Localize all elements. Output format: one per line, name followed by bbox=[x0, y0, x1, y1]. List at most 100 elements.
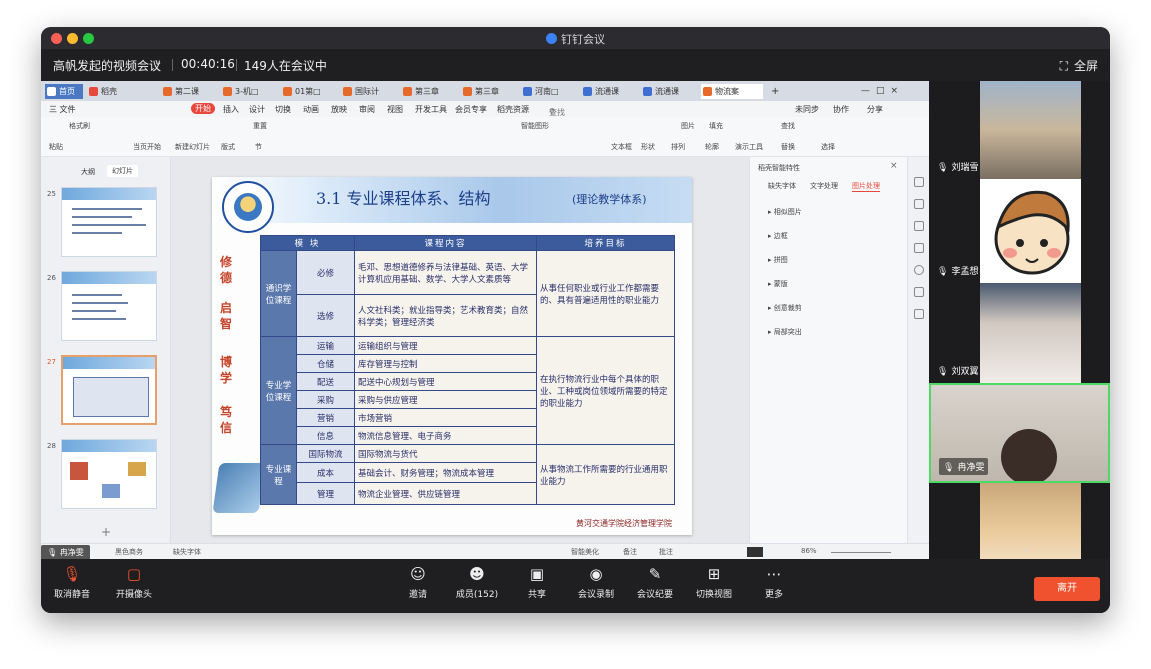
tool-icon[interactable] bbox=[914, 309, 924, 319]
wps-tab[interactable]: 第三章 bbox=[461, 84, 519, 99]
tab-missing-fonts[interactable]: 缺失字体 bbox=[768, 181, 796, 191]
wps-tab-active[interactable]: 物流案 bbox=[701, 84, 763, 99]
record-button[interactable]: ◉ 会议录制 bbox=[567, 565, 625, 600]
paste-button[interactable]: 粘贴 bbox=[49, 142, 63, 152]
arrange-button[interactable]: 排列 bbox=[671, 142, 685, 152]
comment-button[interactable]: 批注 bbox=[659, 547, 673, 557]
menu-developer[interactable]: 开发工具 bbox=[415, 104, 447, 115]
new-tab-button[interactable]: + bbox=[771, 84, 779, 99]
members-button[interactable]: ☻ 成员(152) bbox=[448, 565, 506, 600]
menu-design[interactable]: 设计 bbox=[249, 104, 265, 115]
presentation-tools-button[interactable]: 演示工具 bbox=[735, 142, 763, 152]
slides-tab[interactable]: 幻灯片 bbox=[107, 165, 138, 177]
chevron-down-icon[interactable]: ⌄ bbox=[1015, 543, 1037, 555]
participant-avatar bbox=[980, 179, 1081, 283]
feature-item[interactable]: ▸ 蒙版 bbox=[768, 279, 788, 289]
close-icon[interactable]: × bbox=[890, 161, 898, 171]
wps-tab[interactable]: 3-机□ bbox=[221, 84, 279, 99]
minutes-button[interactable]: ✎ 会议纪要 bbox=[626, 565, 684, 600]
slide-thumbnail[interactable] bbox=[61, 439, 157, 509]
more-button[interactable]: ⋯ 更多 bbox=[745, 565, 803, 600]
feature-item[interactable]: ▸ 局部突出 bbox=[768, 327, 802, 337]
tool-icon[interactable] bbox=[914, 221, 924, 231]
menu-home[interactable]: 开始 bbox=[191, 103, 215, 114]
wps-tab[interactable]: 首页 bbox=[45, 84, 83, 99]
wps-tab[interactable]: 稻壳 bbox=[87, 84, 137, 99]
tool-icon[interactable] bbox=[914, 199, 924, 209]
menu-animation[interactable]: 动画 bbox=[303, 104, 319, 115]
participant-tile[interactable]: 🎙 刘双翼 bbox=[929, 283, 1110, 383]
leave-button[interactable]: 离开 bbox=[1034, 577, 1100, 601]
feature-item[interactable]: ▸ 边框 bbox=[768, 231, 788, 241]
participant-tile[interactable]: 🎙 李孟想 bbox=[929, 179, 1110, 283]
menu-insert[interactable]: 插入 bbox=[223, 104, 239, 115]
menu-docer[interactable]: 稻壳资源 bbox=[497, 104, 529, 115]
motto-char: 德 bbox=[219, 271, 232, 285]
tool-icon[interactable] bbox=[914, 243, 924, 253]
format-painter-button[interactable]: 格式刷 bbox=[69, 121, 90, 131]
play-icon[interactable] bbox=[747, 547, 763, 557]
wps-tab[interactable]: 第三章 bbox=[401, 84, 459, 99]
slide-thumbnail-active[interactable] bbox=[61, 355, 157, 425]
menu-transition[interactable]: 切换 bbox=[275, 104, 291, 115]
theme-name[interactable]: 黑色商务 bbox=[115, 547, 143, 557]
wps-tab[interactable]: 第二课 bbox=[161, 84, 219, 99]
reset-button[interactable]: 重置 bbox=[253, 121, 267, 131]
menu-view[interactable]: 视图 bbox=[387, 104, 403, 115]
smart-graphic-button[interactable]: 智能图形 bbox=[521, 121, 549, 131]
camera-button[interactable]: ▢ 开摄像头 bbox=[105, 565, 163, 600]
slide-thumbnail[interactable] bbox=[61, 187, 157, 257]
feature-item[interactable]: ▸ 相似图片 bbox=[768, 207, 802, 217]
switch-view-button[interactable]: ⊞ 切换视图 bbox=[685, 565, 743, 600]
slide-thumbnail[interactable] bbox=[61, 271, 157, 341]
participant-tile-speaking[interactable]: 🎙 冉净雯 bbox=[929, 383, 1110, 483]
participant-tile[interactable]: 🎙 刘瑞雪 bbox=[929, 81, 1110, 179]
menu-review[interactable]: 审阅 bbox=[359, 104, 375, 115]
section-button[interactable]: 节 bbox=[255, 142, 262, 152]
start-slideshow-button[interactable]: 当页开始 bbox=[133, 142, 161, 152]
chevron-down-icon[interactable]: ⌄ bbox=[154, 57, 162, 68]
unmute-button[interactable]: 🎙 取消静音 bbox=[43, 565, 101, 600]
missing-font-status[interactable]: 缺失字体 bbox=[173, 547, 201, 557]
textbox-button[interactable]: 文本框 bbox=[611, 142, 632, 152]
tab-text-processing[interactable]: 文字处理 bbox=[810, 181, 838, 191]
smart-beautify-button[interactable]: 智能美化 bbox=[571, 547, 599, 557]
zoom-level[interactable]: 86% bbox=[801, 547, 817, 555]
tool-icon[interactable] bbox=[914, 287, 924, 297]
tool-icon[interactable] bbox=[914, 177, 924, 187]
menu-file[interactable]: 三 文件 bbox=[49, 104, 76, 115]
wps-tab[interactable]: 流通课 bbox=[641, 84, 699, 99]
find-button[interactable]: 查找 bbox=[781, 121, 795, 131]
sync-status[interactable]: 未同步 bbox=[795, 104, 819, 115]
wps-tab[interactable]: 河南□ bbox=[521, 84, 579, 99]
select-button[interactable]: 选择 bbox=[821, 142, 835, 152]
help-icon[interactable] bbox=[914, 265, 924, 275]
layout-button[interactable]: 版式 bbox=[221, 142, 235, 152]
invite-button[interactable]: ☺ 邀请 bbox=[389, 565, 447, 600]
wps-tab[interactable]: 流通课 bbox=[581, 84, 639, 99]
feature-item[interactable]: ▸ 拼图 bbox=[768, 255, 788, 265]
wps-tab[interactable]: 01第□ bbox=[281, 84, 339, 99]
window-controls[interactable]: —□× bbox=[861, 84, 904, 99]
menu-slideshow[interactable]: 放映 bbox=[331, 104, 347, 115]
feature-item[interactable]: ▸ 创意裁剪 bbox=[768, 303, 802, 313]
tab-label: 流通课 bbox=[655, 87, 679, 96]
replace-button[interactable]: 替换 bbox=[781, 142, 795, 152]
notes-button[interactable]: 备注 bbox=[623, 547, 637, 557]
share-doc-button[interactable]: 分享 bbox=[867, 104, 883, 115]
share-button[interactable]: ▣ 共享 bbox=[508, 565, 566, 600]
outline-tab[interactable]: 大纲 bbox=[81, 167, 95, 177]
new-slide-button[interactable]: 新建幻灯片 bbox=[175, 142, 210, 152]
fullscreen-button[interactable]: ⛶ 全屏 bbox=[1060, 57, 1098, 74]
tab-image-processing[interactable]: 图片处理 bbox=[852, 181, 880, 192]
wps-tab[interactable]: 国际计 bbox=[341, 84, 399, 99]
picture-button[interactable]: 图片 bbox=[681, 121, 695, 131]
shape-button[interactable]: 形状 bbox=[641, 142, 655, 152]
collaborate-button[interactable]: 协作 bbox=[833, 104, 849, 115]
outline-button[interactable]: 轮廓 bbox=[705, 142, 719, 152]
zoom-slider[interactable] bbox=[831, 552, 891, 553]
menu-member[interactable]: 会员专享 bbox=[455, 104, 487, 115]
add-slide-icon[interactable]: + bbox=[101, 525, 111, 539]
meeting-name[interactable]: 高帆发起的视频会议 bbox=[53, 57, 161, 74]
fill-button[interactable]: 填充 bbox=[709, 121, 723, 131]
